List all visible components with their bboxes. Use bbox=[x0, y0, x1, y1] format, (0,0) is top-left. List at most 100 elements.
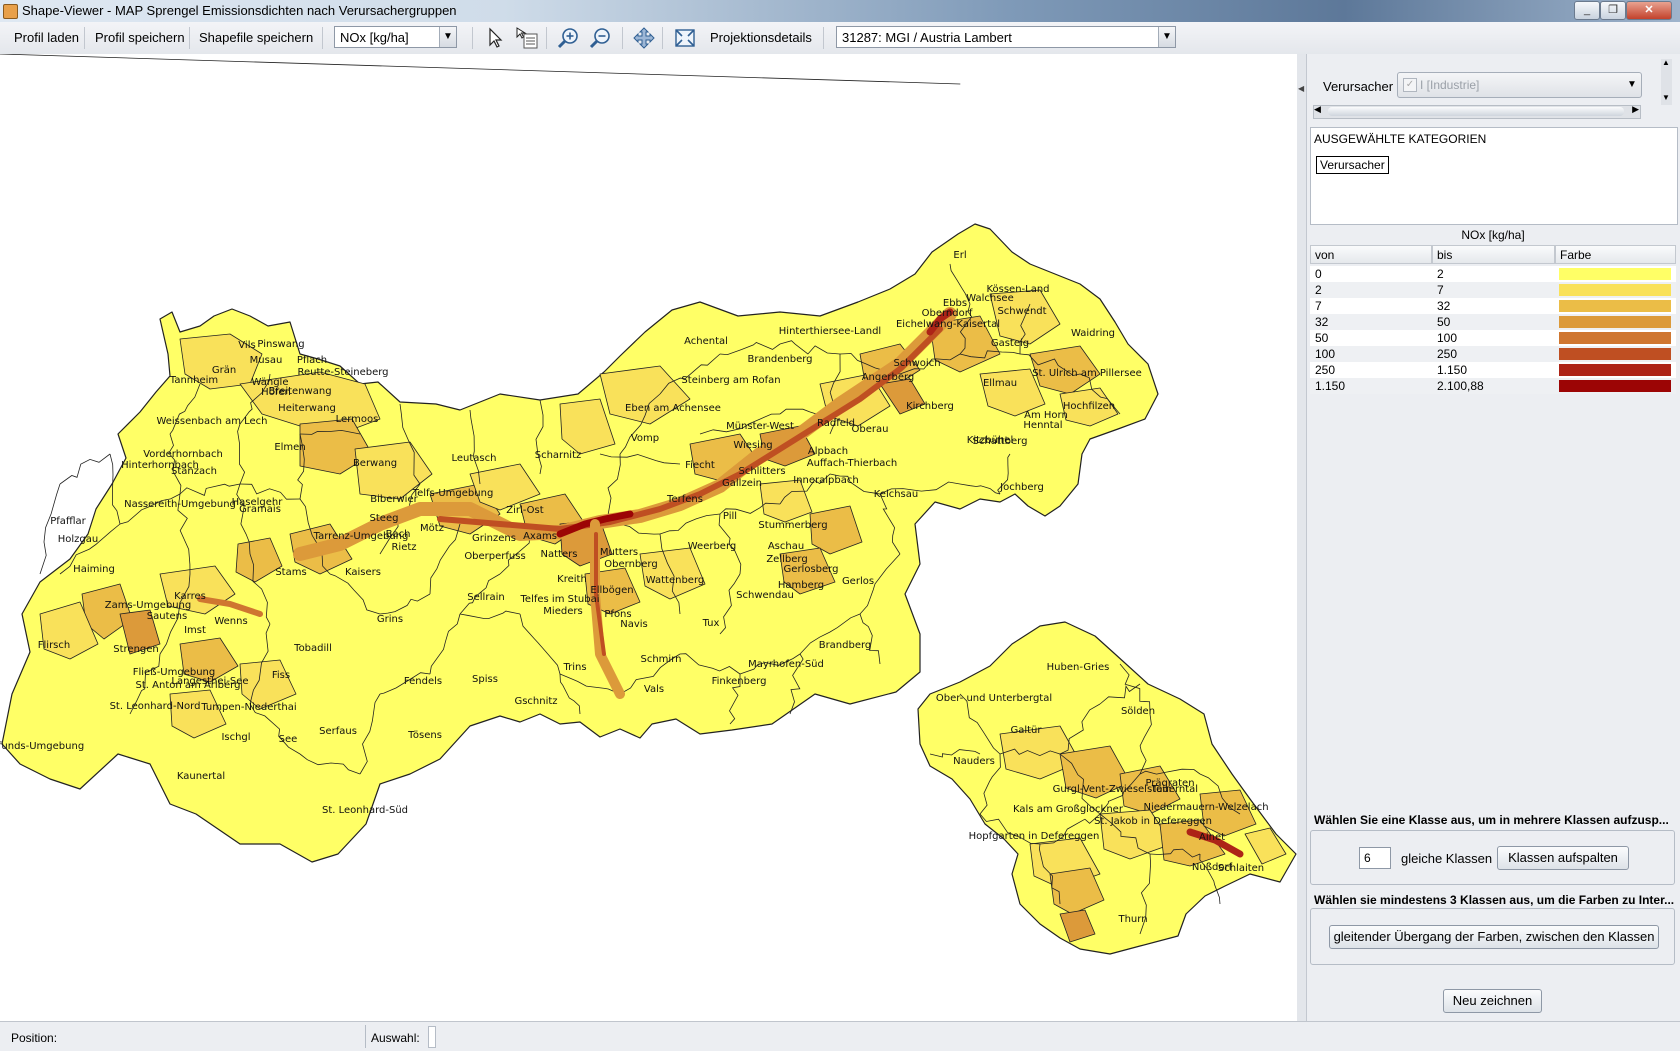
class-row[interactable]: 32 50 bbox=[1310, 314, 1676, 330]
tyrol-municipality-map[interactable]: ErlEbbsKössen-LandWalchseeSchwendtObernd… bbox=[0, 54, 1297, 1021]
class-color-swatch[interactable] bbox=[1559, 364, 1671, 376]
class-color-swatch[interactable] bbox=[1559, 268, 1671, 280]
municipality-label: Strengen bbox=[113, 644, 159, 655]
class-count-input[interactable]: 6 bbox=[1359, 847, 1391, 869]
class-color-swatch[interactable] bbox=[1559, 348, 1671, 360]
full-extent-icon[interactable] bbox=[672, 26, 698, 50]
minimize-button[interactable]: _ bbox=[1574, 1, 1600, 20]
municipality-label: Nassereith-Umgebung bbox=[124, 499, 236, 510]
close-button[interactable]: ✕ bbox=[1626, 1, 1672, 20]
map-canvas[interactable]: Erl Ebbs Kössen-Land Walchsee Schwendt Obernd… bbox=[0, 54, 1298, 1021]
profile-load-button[interactable]: Profil laden bbox=[14, 30, 79, 45]
pan-icon[interactable] bbox=[631, 26, 657, 50]
class-from: 2 bbox=[1315, 283, 1322, 297]
toolbar-separator bbox=[546, 27, 547, 49]
municipality-label: Brandberg bbox=[819, 640, 872, 651]
toolbar-separator bbox=[622, 27, 623, 49]
chevron-down-icon[interactable]: ▼ bbox=[1158, 27, 1175, 47]
horizontal-scrollbar[interactable]: ◀ ▶ bbox=[1313, 104, 1641, 119]
municipality-label: Pflach bbox=[297, 355, 327, 366]
column-header-color[interactable]: Farbe bbox=[1555, 245, 1676, 264]
class-color-swatch[interactable] bbox=[1559, 380, 1671, 392]
unit-select[interactable]: NOx [kg/ha] ▼ bbox=[334, 26, 457, 48]
municipality-label: Musau bbox=[250, 355, 283, 366]
scroll-down-icon[interactable]: ▼ bbox=[1662, 93, 1670, 102]
panel-splitter[interactable]: ◀ bbox=[1297, 54, 1307, 1021]
vertical-scrollbar[interactable]: ▲ ▼ bbox=[1661, 58, 1672, 105]
chevron-down-icon[interactable]: ▼ bbox=[1625, 75, 1639, 95]
gradient-group: gleitender Übergang der Farben, zwischen… bbox=[1310, 908, 1675, 965]
selected-category-tag[interactable]: Verursacher bbox=[1316, 156, 1389, 174]
municipality-label: Pill bbox=[723, 511, 737, 522]
class-row[interactable]: 02 bbox=[1310, 266, 1676, 282]
municipality-label: Tarrenz-Umgebung bbox=[313, 531, 409, 542]
municipality-label: Tösens bbox=[407, 730, 442, 741]
municipality-label: Vils bbox=[238, 340, 255, 351]
column-header-from[interactable]: von bbox=[1310, 245, 1432, 264]
class-row[interactable]: 7 32 bbox=[1310, 298, 1676, 314]
municipality-label: Schwendt bbox=[997, 306, 1046, 317]
municipality-label: Weerberg bbox=[688, 541, 737, 552]
class-row[interactable]: 100 250 bbox=[1310, 346, 1676, 362]
municipality-label: Heiterwang bbox=[278, 403, 336, 414]
class-from: 1.150 bbox=[1315, 379, 1346, 393]
info-list-tool-icon[interactable] bbox=[514, 26, 540, 50]
selection-field bbox=[428, 1026, 436, 1048]
class-row[interactable]: 1.150 2.100,88 bbox=[1310, 378, 1676, 394]
scroll-left-icon[interactable]: ◀ bbox=[1314, 104, 1321, 115]
redraw-button[interactable]: Neu zeichnen bbox=[1443, 989, 1542, 1013]
shapefile-save-button[interactable]: Shapefile speichern bbox=[199, 30, 313, 45]
projection-select[interactable]: 31287: MGI / Austria Lambert ▼ bbox=[836, 26, 1176, 48]
scroll-right-icon[interactable]: ▶ bbox=[1632, 104, 1639, 115]
municipality-label: Kreith bbox=[557, 574, 587, 585]
scrollbar-thumb[interactable] bbox=[1328, 107, 1624, 116]
municipality-label: Ischgl bbox=[221, 732, 250, 743]
column-header-to[interactable]: bis bbox=[1432, 245, 1555, 264]
class-color-swatch[interactable] bbox=[1559, 300, 1671, 312]
municipality-label: Schmirn bbox=[641, 654, 682, 665]
profile-save-button[interactable]: Profil speichern bbox=[95, 30, 185, 45]
municipality-label: See bbox=[279, 734, 298, 745]
class-color-swatch[interactable] bbox=[1559, 316, 1671, 328]
maximize-button[interactable]: ❐ bbox=[1600, 1, 1626, 20]
municipality-label: Wiesing bbox=[733, 440, 772, 451]
municipality-label: Thurn bbox=[1117, 914, 1147, 925]
window-title: Shape-Viewer - MAP Sprengel Emissionsdic… bbox=[22, 3, 457, 18]
equal-classes-label: gleiche Klassen bbox=[1401, 851, 1493, 866]
class-to: 50 bbox=[1437, 315, 1451, 329]
cause-checkbox[interactable]: ✓ bbox=[1403, 78, 1417, 92]
projection-details-button[interactable]: Projektionsdetails bbox=[710, 30, 812, 45]
municipality-label: Schlaiten bbox=[1218, 863, 1264, 874]
zoom-out-icon[interactable] bbox=[588, 26, 614, 50]
class-row[interactable]: 27 bbox=[1310, 282, 1676, 298]
municipality-label: Stummerberg bbox=[758, 520, 827, 531]
toolbar-separator bbox=[662, 27, 663, 49]
class-color-swatch[interactable] bbox=[1559, 284, 1671, 296]
class-to: 32 bbox=[1437, 299, 1451, 313]
cause-select[interactable]: ✓ I [Industrie] ▼ bbox=[1397, 72, 1642, 98]
split-classes-button[interactable]: Klassen aufspalten bbox=[1497, 846, 1629, 870]
class-row[interactable]: 250 1.150 bbox=[1310, 362, 1676, 378]
municipality-label: Schlitters bbox=[738, 466, 785, 477]
status-bar: Position: Auswahl: bbox=[0, 1021, 1680, 1051]
municipality-label: Vomp bbox=[631, 433, 659, 444]
municipality-tinted-34[interactable] bbox=[0, 54, 961, 85]
municipality-label: Scharnitz bbox=[535, 450, 582, 461]
municipality-label: Spiss bbox=[472, 674, 498, 685]
interpolation-hint-label: Wählen sie mindestens 3 Klassen aus, um … bbox=[1314, 893, 1675, 907]
cause-selector-area: Verursacher ✓ I [Industrie] ▼ ◀ ▶ ▲ ▼ bbox=[1309, 57, 1672, 122]
municipality-label: Natters bbox=[541, 549, 578, 560]
municipality-label: Schattberg bbox=[973, 436, 1028, 447]
municipality-label: Telfs-Umgebung bbox=[412, 488, 494, 499]
municipality-label: Terfens bbox=[666, 494, 703, 505]
municipality-label: Inneralpbach bbox=[793, 475, 858, 486]
collapse-arrow-icon[interactable]: ◀ bbox=[1298, 84, 1304, 93]
title-bar: Shape-Viewer - MAP Sprengel Emissionsdic… bbox=[0, 0, 1680, 22]
gradient-colors-button[interactable]: gleitender Übergang der Farben, zwischen… bbox=[1329, 925, 1659, 949]
pointer-tool-icon[interactable] bbox=[484, 26, 510, 50]
zoom-in-icon[interactable] bbox=[556, 26, 582, 50]
scroll-up-icon[interactable]: ▲ bbox=[1662, 58, 1670, 67]
class-row[interactable]: 50 100 bbox=[1310, 330, 1676, 346]
chevron-down-icon[interactable]: ▼ bbox=[439, 27, 456, 47]
class-color-swatch[interactable] bbox=[1559, 332, 1671, 344]
